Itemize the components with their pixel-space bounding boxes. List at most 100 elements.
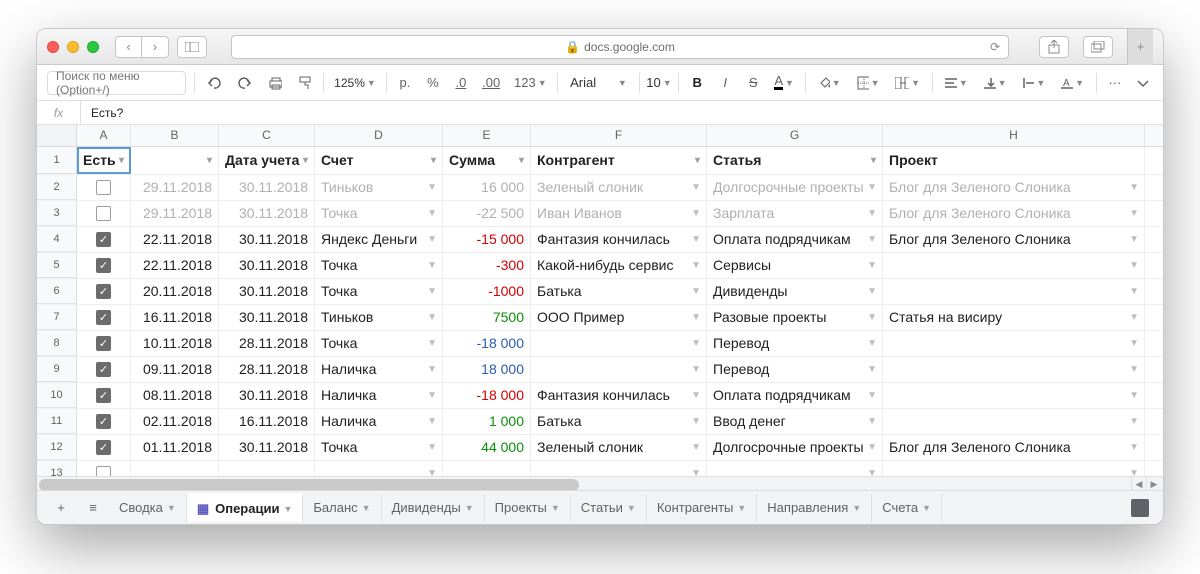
- dropdown-icon[interactable]: ▼: [867, 416, 877, 427]
- cell-date[interactable]: 29.11.2018: [131, 201, 219, 226]
- cell-checkbox[interactable]: [77, 435, 131, 460]
- cell-counterparty[interactable]: Фантазия кончилась▼: [531, 383, 707, 408]
- cell-date[interactable]: 22.11.2018: [131, 227, 219, 252]
- address-bar[interactable]: 🔒 docs.google.com ⟳: [231, 35, 1009, 59]
- paint-format-button[interactable]: [294, 71, 315, 95]
- cell-amount[interactable]: -18 000: [443, 383, 531, 408]
- cell-accounting-date[interactable]: 30.11.2018: [219, 279, 315, 304]
- back-button[interactable]: ‹: [116, 37, 142, 57]
- cell-amount[interactable]: [443, 461, 531, 476]
- header-B[interactable]: ▾: [131, 147, 219, 174]
- dropdown-icon[interactable]: ▼: [867, 182, 877, 193]
- checkbox-icon[interactable]: [96, 336, 111, 351]
- cell-category[interactable]: Долгосрочные проекты▼: [707, 175, 883, 200]
- dropdown-icon[interactable]: ▼: [691, 182, 701, 193]
- row-head[interactable]: 3: [37, 201, 77, 226]
- cell-counterparty[interactable]: Зеленый слоник▼: [531, 175, 707, 200]
- chevron-down-icon[interactable]: ▼: [362, 503, 371, 513]
- dropdown-icon[interactable]: ▼: [691, 286, 701, 297]
- undo-button[interactable]: [202, 71, 225, 95]
- cell-accounting-date[interactable]: 30.11.2018: [219, 201, 315, 226]
- dropdown-icon[interactable]: ▼: [867, 364, 877, 375]
- row-head[interactable]: 10: [37, 383, 77, 408]
- cell-amount[interactable]: 7500: [443, 305, 531, 330]
- sidebar-button[interactable]: [177, 36, 207, 58]
- row-head[interactable]: 8: [37, 331, 77, 356]
- row-head[interactable]: 5: [37, 253, 77, 278]
- dropdown-icon[interactable]: ▼: [867, 312, 877, 323]
- print-button[interactable]: [264, 71, 287, 95]
- fill-color-button[interactable]: ▼: [814, 71, 845, 95]
- dropdown-icon[interactable]: ▼: [1129, 260, 1139, 271]
- cell-checkbox[interactable]: [77, 383, 131, 408]
- cell-category[interactable]: Долгосрочные проекты▼: [707, 435, 883, 460]
- cell-category[interactable]: Оплата подрядчикам▼: [707, 383, 883, 408]
- sheet-tab[interactable]: Проекты▼: [485, 494, 571, 522]
- cell-amount[interactable]: 1 000: [443, 409, 531, 434]
- cell-date[interactable]: 16.11.2018: [131, 305, 219, 330]
- cell-category[interactable]: Перевод▼: [707, 357, 883, 382]
- cell-date[interactable]: 20.11.2018: [131, 279, 219, 304]
- dropdown-icon[interactable]: ▼: [1129, 234, 1139, 245]
- cell-checkbox[interactable]: [77, 331, 131, 356]
- cell-date[interactable]: 02.11.2018: [131, 409, 219, 434]
- currency-button[interactable]: р.: [395, 71, 415, 95]
- format-123-button[interactable]: 123▼: [511, 71, 549, 95]
- bold-button[interactable]: B: [687, 71, 707, 95]
- dropdown-icon[interactable]: ▼: [867, 260, 877, 271]
- forward-button[interactable]: ›: [142, 37, 168, 57]
- dropdown-icon[interactable]: ▼: [867, 442, 877, 453]
- dropdown-icon[interactable]: ▼: [427, 312, 437, 323]
- chevron-down-icon[interactable]: ▼: [922, 503, 931, 513]
- cell-checkbox[interactable]: [77, 175, 131, 200]
- cell-project[interactable]: Блог для Зеленого Слоника▼: [883, 435, 1145, 460]
- row-head[interactable]: 6: [37, 279, 77, 304]
- filter-icon[interactable]: ▾: [519, 155, 524, 166]
- chevron-down-icon[interactable]: ▼: [852, 503, 861, 513]
- scroll-right-button[interactable]: ▶: [1146, 477, 1161, 490]
- cell-account[interactable]: Тиньков▼: [315, 305, 443, 330]
- row-head[interactable]: 9: [37, 357, 77, 382]
- dropdown-icon[interactable]: ▼: [427, 338, 437, 349]
- percent-button[interactable]: %: [423, 71, 443, 95]
- dropdown-icon[interactable]: ▼: [691, 260, 701, 271]
- cell-project[interactable]: ▼: [883, 331, 1145, 356]
- cell-account[interactable]: Точка▼: [315, 279, 443, 304]
- cell-counterparty[interactable]: ▼: [531, 357, 707, 382]
- checkbox-icon[interactable]: [96, 414, 111, 429]
- cell-amount[interactable]: -15 000: [443, 227, 531, 252]
- header-F[interactable]: Контрагент▾: [531, 147, 707, 174]
- scrollbar-thumb[interactable]: [39, 479, 579, 490]
- chevron-down-icon[interactable]: ▼: [465, 503, 474, 513]
- cell-account[interactable]: Яндекс Деньги▼: [315, 227, 443, 252]
- checkbox-icon[interactable]: [96, 284, 111, 299]
- cell-counterparty[interactable]: ООО Пример▼: [531, 305, 707, 330]
- cell-category[interactable]: Разовые проекты▼: [707, 305, 883, 330]
- merge-button[interactable]: ▼: [891, 71, 924, 95]
- sheet-tab[interactable]: ▦Операции▼: [187, 494, 304, 522]
- cell-account[interactable]: Точка▼: [315, 435, 443, 460]
- dropdown-icon[interactable]: ▼: [427, 182, 437, 193]
- dropdown-icon[interactable]: ▼: [691, 442, 701, 453]
- font-size-dropdown[interactable]: 10▼: [648, 71, 671, 95]
- header-H[interactable]: Проект: [883, 147, 1145, 174]
- dropdown-icon[interactable]: ▼: [691, 234, 701, 245]
- dropdown-icon[interactable]: ▼: [691, 338, 701, 349]
- cell-accounting-date[interactable]: 30.11.2018: [219, 175, 315, 200]
- dropdown-icon[interactable]: ▼: [1129, 182, 1139, 193]
- cell-amount[interactable]: 18 000: [443, 357, 531, 382]
- tabs-button[interactable]: [1083, 36, 1113, 58]
- cell-account[interactable]: Наличка▼: [315, 357, 443, 382]
- dropdown-icon[interactable]: ▼: [427, 468, 437, 476]
- dropdown-icon[interactable]: ▼: [427, 442, 437, 453]
- cell-checkbox[interactable]: [77, 305, 131, 330]
- new-tab-button[interactable]: +: [1127, 29, 1153, 65]
- cell-project[interactable]: Статья на висиру▼: [883, 305, 1145, 330]
- checkbox-icon[interactable]: [96, 362, 111, 377]
- dropdown-icon[interactable]: ▼: [1129, 312, 1139, 323]
- explore-button[interactable]: [1125, 493, 1155, 523]
- cell-account[interactable]: ▼: [315, 461, 443, 476]
- cell-counterparty[interactable]: Батька▼: [531, 409, 707, 434]
- cell-counterparty[interactable]: Батька▼: [531, 279, 707, 304]
- italic-button[interactable]: I: [715, 71, 735, 95]
